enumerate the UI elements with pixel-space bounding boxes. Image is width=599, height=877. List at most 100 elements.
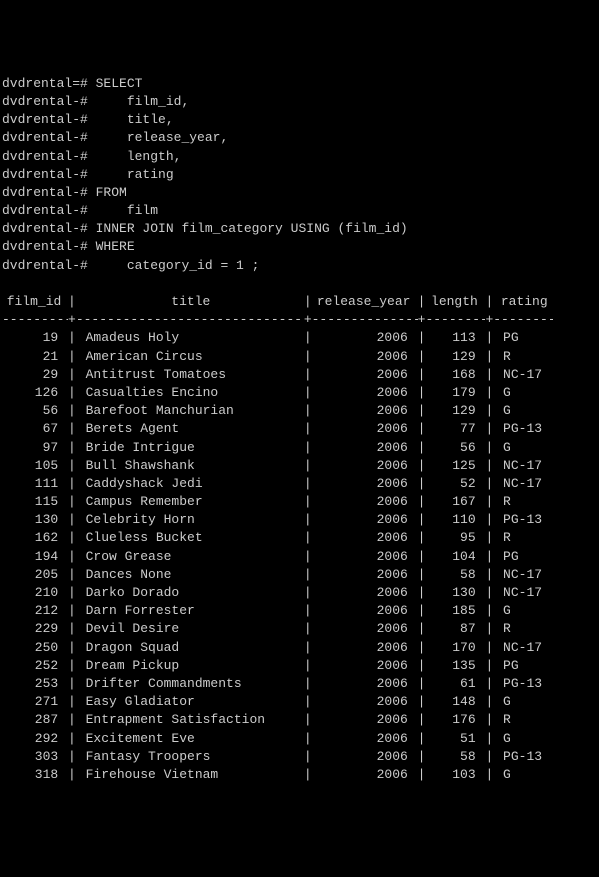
cell-length: 168 [425, 366, 485, 384]
column-separator: | [68, 511, 76, 529]
cell-release-year: 2006 [312, 329, 418, 347]
cell-rating: R [493, 493, 553, 511]
cell-title: Firehouse Vietnam [76, 766, 304, 784]
sql-prompt: dvdrental-# [2, 167, 88, 182]
cell-release-year: 2006 [312, 493, 418, 511]
cell-title: Darn Forrester [76, 602, 304, 620]
cell-length: 129 [425, 402, 485, 420]
sql-line: dvdrental-# film [2, 202, 597, 220]
cell-film-id: 212 [2, 602, 68, 620]
table-row: 111 | Caddyshack Jedi|2006 |52 | NC-17 [2, 475, 597, 493]
cell-film-id: 194 [2, 548, 68, 566]
sql-line: dvdrental-# title, [2, 111, 597, 129]
column-separator: | [304, 584, 312, 602]
separator-cross: + [418, 311, 426, 329]
column-separator: | [485, 329, 493, 347]
column-separator: | [485, 420, 493, 438]
cell-title: Excitement Eve [76, 730, 304, 748]
cell-length: 176 [425, 711, 485, 729]
cell-length: 56 [425, 439, 485, 457]
cell-release-year: 2006 [312, 711, 418, 729]
cell-title: Entrapment Satisfaction [76, 711, 304, 729]
separator-cross: + [68, 311, 76, 329]
cell-film-id: 67 [2, 420, 68, 438]
sql-prompt: dvdrental-# [2, 239, 88, 254]
cell-length: 58 [425, 748, 485, 766]
sql-text: category_id = 1 ; [88, 258, 260, 273]
column-separator: | [418, 439, 426, 457]
cell-title: Darko Dorado [76, 584, 304, 602]
separator-cross: + [304, 311, 312, 329]
cell-rating: NC-17 [493, 366, 553, 384]
column-separator: | [485, 711, 493, 729]
cell-title: Fantasy Troopers [76, 748, 304, 766]
cell-rating: R [493, 711, 553, 729]
cell-film-id: 271 [2, 693, 68, 711]
cell-release-year: 2006 [312, 511, 418, 529]
column-separator: | [304, 475, 312, 493]
column-separator: | [304, 602, 312, 620]
cell-length: 61 [425, 675, 485, 693]
sql-prompt: dvdrental-# [2, 258, 88, 273]
cell-rating: NC-17 [493, 566, 553, 584]
cell-title: Bride Intrigue [76, 439, 304, 457]
column-separator: | [304, 457, 312, 475]
column-separator: | [485, 402, 493, 420]
cell-title: Devil Desire [76, 620, 304, 638]
column-separator: | [418, 420, 426, 438]
column-separator: | [68, 711, 76, 729]
column-separator: | [418, 511, 426, 529]
header-release_year: release_year [312, 293, 418, 311]
header-film_id: film_id [2, 293, 68, 311]
table-row: 194 | Crow Grease|2006 |104 | PG [2, 548, 597, 566]
cell-rating: G [493, 402, 553, 420]
sql-text: film_id, [88, 94, 189, 109]
cell-title: Amadeus Holy [76, 329, 304, 347]
cell-film-id: 19 [2, 329, 68, 347]
cell-title: Barefoot Manchurian [76, 402, 304, 420]
cell-film-id: 229 [2, 620, 68, 638]
table-row: 105 | Bull Shawshank|2006 |125 | NC-17 [2, 457, 597, 475]
column-separator: | [68, 366, 76, 384]
cell-rating: R [493, 620, 553, 638]
cell-rating: G [493, 730, 553, 748]
column-separator: | [485, 602, 493, 620]
separator-segment: -------- [425, 311, 485, 329]
cell-release-year: 2006 [312, 748, 418, 766]
cell-rating: G [493, 439, 553, 457]
sql-line: dvdrental-# rating [2, 166, 597, 184]
column-separator: | [304, 439, 312, 457]
column-separator: | [418, 293, 426, 311]
table-separator-row: ---------+------------------------------… [2, 311, 597, 329]
table-row: 287 | Entrapment Satisfaction|2006 |176 … [2, 711, 597, 729]
column-separator: | [304, 402, 312, 420]
column-separator: | [304, 493, 312, 511]
table-row: 252 | Dream Pickup|2006 |135 | PG [2, 657, 597, 675]
sql-text: release_year, [88, 130, 228, 145]
column-separator: | [304, 711, 312, 729]
column-separator: | [304, 384, 312, 402]
column-separator: | [485, 620, 493, 638]
cell-film-id: 105 [2, 457, 68, 475]
cell-length: 113 [425, 329, 485, 347]
column-separator: | [304, 348, 312, 366]
column-separator: | [485, 439, 493, 457]
cell-title: Dances None [76, 566, 304, 584]
column-separator: | [304, 529, 312, 547]
cell-length: 167 [425, 493, 485, 511]
table-row: 271 | Easy Gladiator|2006 |148 | G [2, 693, 597, 711]
cell-rating: PG-13 [493, 675, 553, 693]
cell-release-year: 2006 [312, 620, 418, 638]
column-separator: | [418, 348, 426, 366]
cell-film-id: 21 [2, 348, 68, 366]
cell-film-id: 56 [2, 402, 68, 420]
column-separator: | [304, 566, 312, 584]
cell-title: Clueless Bucket [76, 529, 304, 547]
cell-film-id: 111 [2, 475, 68, 493]
cell-title: Casualties Encino [76, 384, 304, 402]
table-row: 303 | Fantasy Troopers|2006 |58 | PG-13 [2, 748, 597, 766]
cell-rating: PG-13 [493, 748, 553, 766]
cell-length: 87 [425, 620, 485, 638]
cell-length: 170 [425, 639, 485, 657]
sql-prompt: dvdrental-# [2, 203, 88, 218]
